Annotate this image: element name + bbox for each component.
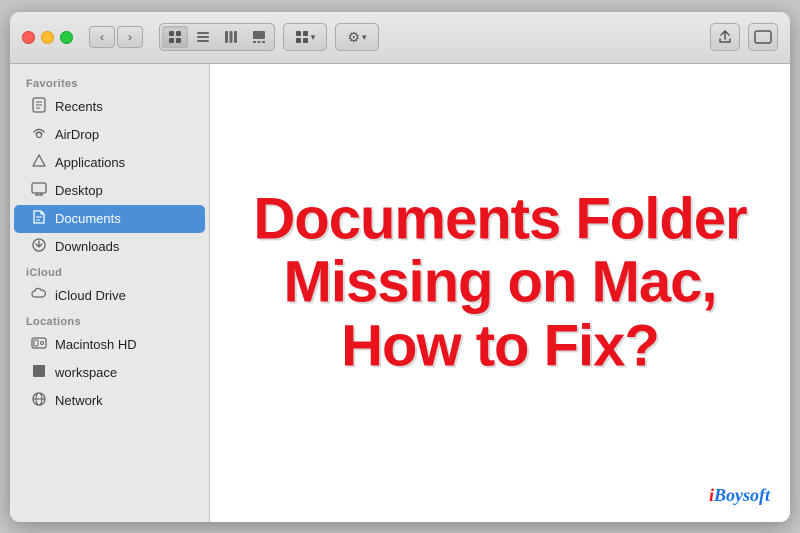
downloads-icon — [30, 237, 48, 257]
share-button[interactable] — [710, 23, 740, 51]
window-controls — [22, 31, 73, 44]
gallery-view-button[interactable] — [246, 26, 272, 48]
recents-icon — [30, 97, 48, 117]
minimize-button[interactable] — [41, 31, 54, 44]
column-icon — [224, 30, 238, 44]
close-button[interactable] — [22, 31, 35, 44]
sidebar-item-recents[interactable]: Recents — [14, 93, 205, 121]
sidebar-item-network[interactable]: Network — [14, 387, 205, 415]
documents-icon — [30, 209, 48, 229]
forward-icon: › — [128, 30, 132, 44]
tag-button[interactable] — [748, 23, 778, 51]
locations-section-label: Locations — [10, 310, 209, 331]
desktop-icon — [30, 181, 48, 201]
list-view-button[interactable] — [190, 26, 216, 48]
finder-window: ‹ › — [10, 12, 790, 522]
macintosh-hd-icon — [30, 335, 48, 355]
sidebar-item-airdrop[interactable]: AirDrop — [14, 121, 205, 149]
forward-button[interactable]: › — [117, 26, 143, 48]
action-dropdown-icon: ▾ — [362, 32, 367, 43]
downloads-label: Downloads — [55, 239, 119, 254]
icon-grid-icon — [168, 30, 182, 44]
content-area: Documents Folder Missing on Mac, How to … — [210, 64, 790, 522]
sort-button[interactable]: ▾ — [283, 23, 327, 51]
icloud-drive-icon — [30, 286, 48, 306]
airdrop-icon — [30, 125, 48, 145]
iboysoft-logo: iBoysoft — [709, 485, 770, 506]
gear-icon: ⚙ — [347, 29, 360, 46]
list-icon — [196, 30, 210, 44]
icloud-section-label: iCloud — [10, 261, 209, 282]
gallery-icon — [252, 30, 266, 44]
main-area: Favorites Recents — [10, 64, 790, 522]
nav-group: ‹ › — [89, 26, 143, 48]
maximize-button[interactable] — [60, 31, 73, 44]
applications-label: Applications — [55, 155, 125, 170]
action-button[interactable]: ⚙ ▾ — [335, 23, 379, 51]
sidebar-item-documents[interactable]: Documents — [14, 205, 205, 233]
back-button[interactable]: ‹ — [89, 26, 115, 48]
documents-label: Documents — [55, 211, 121, 226]
macintosh-hd-label: Macintosh HD — [55, 337, 137, 352]
back-icon: ‹ — [100, 30, 104, 44]
view-group — [159, 23, 275, 51]
workspace-icon — [30, 363, 48, 383]
sort-icon — [295, 30, 309, 44]
favorites-section-label: Favorites — [10, 72, 209, 93]
sidebar-item-desktop[interactable]: Desktop — [14, 177, 205, 205]
sidebar-item-workspace[interactable]: workspace — [14, 359, 205, 387]
share-icon — [717, 29, 733, 45]
sidebar: Favorites Recents — [10, 64, 210, 522]
workspace-label: workspace — [55, 365, 117, 380]
applications-icon — [30, 153, 48, 173]
sidebar-item-downloads[interactable]: Downloads — [14, 233, 205, 261]
tag-icon — [754, 30, 772, 44]
sidebar-item-applications[interactable]: Applications — [14, 149, 205, 177]
network-label: Network — [55, 393, 103, 408]
sidebar-item-macintosh-hd[interactable]: Macintosh HD — [14, 331, 205, 359]
sidebar-item-icloud-drive[interactable]: iCloud Drive — [14, 282, 205, 310]
icon-view-button[interactable] — [162, 26, 188, 48]
recents-label: Recents — [55, 99, 103, 114]
overlay-text: Documents Folder Missing on Mac, How to … — [239, 187, 761, 378]
column-view-button[interactable] — [218, 26, 244, 48]
sort-dropdown-icon: ▾ — [311, 32, 316, 43]
desktop-label: Desktop — [55, 183, 103, 198]
toolbar: ‹ › — [10, 12, 790, 64]
network-icon — [30, 391, 48, 411]
icloud-drive-label: iCloud Drive — [55, 288, 126, 303]
overlay-title: Documents Folder Missing on Mac, How to … — [239, 187, 761, 378]
airdrop-label: AirDrop — [55, 127, 99, 142]
